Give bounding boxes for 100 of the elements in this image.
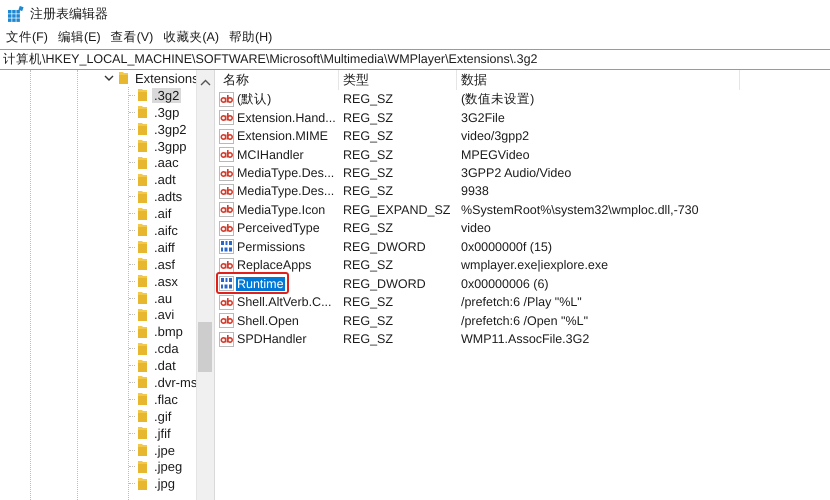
value-type: REG_DWORD <box>343 240 426 254</box>
folder-icon <box>137 375 148 390</box>
value-name[interactable]: ReplaceApps <box>236 258 312 272</box>
folder-icon <box>137 443 148 458</box>
value-data: 3GPP2 Audio/Video <box>461 166 572 180</box>
value-data: 0x0000000f (15) <box>461 240 552 254</box>
binary-value-icon <box>219 239 234 254</box>
value-name[interactable]: MCIHandler <box>236 148 305 162</box>
value-type: REG_DWORD <box>343 276 426 291</box>
value-type: REG_SZ <box>343 314 394 328</box>
folder-icon <box>137 240 148 254</box>
value-type: REG_SZ <box>343 129 394 144</box>
value-data: video/3gpp2 <box>461 129 530 144</box>
value-data: wmplayer.exe|iexplore.exe <box>461 258 608 272</box>
tree-item[interactable]: .dvr-ms <box>152 374 200 390</box>
tree-item[interactable]: .aifc <box>152 222 180 238</box>
value-type: REG_SZ <box>343 166 394 180</box>
value-name[interactable]: SPDHandler <box>236 332 308 346</box>
value-name[interactable]: MediaType.Des... <box>236 184 336 198</box>
tree-item[interactable]: .3gp <box>152 104 182 120</box>
tree-item[interactable]: .jpe <box>152 442 177 458</box>
value-type: REG_SZ <box>343 184 394 198</box>
tree-item[interactable]: .jfif <box>152 426 173 441</box>
value-data: MPEGVideo <box>461 148 530 162</box>
value-name[interactable]: PerceivedType <box>236 221 321 236</box>
menu-item[interactable]: 帮助(H) <box>224 29 276 46</box>
value-name[interactable]: Extension.Hand... <box>236 110 337 125</box>
value-type: REG_SZ <box>343 110 394 125</box>
tree-item[interactable]: .flac <box>152 392 180 407</box>
menu-item[interactable]: 收藏夹(A) <box>159 29 223 46</box>
tree-item[interactable]: .jpg <box>152 476 177 492</box>
string-value-icon <box>219 313 234 328</box>
menu-item[interactable]: 文件(F) <box>2 29 52 46</box>
binary-value-icon <box>219 276 234 292</box>
value-name[interactable]: Permissions <box>236 240 306 254</box>
value-name[interactable]: (默认) <box>236 90 272 108</box>
value-name[interactable]: Shell.Open <box>236 314 300 328</box>
folder-icon <box>137 409 148 424</box>
tree-item[interactable]: .3gpp <box>152 138 189 154</box>
value-type: REG_SZ <box>343 332 394 346</box>
column-header[interactable]: 类型 <box>339 70 457 90</box>
tree-item[interactable]: .avi <box>152 307 176 322</box>
value-name[interactable]: Runtime <box>236 276 285 291</box>
value-data: video <box>461 221 491 236</box>
scrollbar-thumb[interactable] <box>198 322 212 372</box>
tree-item[interactable]: .dat <box>152 358 178 374</box>
tree-item[interactable]: .3gp2 <box>152 122 189 137</box>
value-data: %SystemRoot%\system32\wmploc.dll,-730 <box>461 202 699 217</box>
value-data: 3G2File <box>461 110 505 125</box>
tree-item[interactable]: .aac <box>152 155 181 170</box>
tree-item[interactable]: .asf <box>152 256 177 272</box>
tree-item[interactable]: .adt <box>152 172 178 188</box>
tree-item[interactable]: .3g2 <box>152 88 182 103</box>
tree-item[interactable]: .cda <box>152 341 181 356</box>
column-header[interactable]: 数据 <box>457 70 740 90</box>
scroll-up-icon[interactable] <box>200 79 211 86</box>
value-data: /prefetch:6 /Play "%L" <box>461 295 582 310</box>
value-type: REG_SZ <box>343 295 394 310</box>
value-data: 0x00000006 (6) <box>461 276 549 291</box>
value-name[interactable]: MediaType.Icon <box>236 202 326 217</box>
app-icon <box>8 6 24 22</box>
menu-item[interactable]: 查看(V) <box>106 29 158 46</box>
tree-item[interactable]: .asx <box>152 274 180 289</box>
value-data: 9938 <box>461 184 489 198</box>
folder-icon <box>118 71 129 86</box>
string-value-icon <box>219 220 234 236</box>
tree-item[interactable]: .adts <box>152 189 184 204</box>
string-value-icon <box>219 202 234 218</box>
value-data: WMP11.AssocFile.3G2 <box>461 332 590 346</box>
string-value-icon <box>219 147 234 162</box>
column-header[interactable]: 名称 <box>219 70 339 90</box>
tree-item[interactable]: .jpeg <box>152 459 184 474</box>
tree-item[interactable]: .aif <box>152 206 174 222</box>
folder-icon <box>137 274 148 288</box>
menu-item[interactable]: 编辑(E) <box>54 29 105 46</box>
scrollbar[interactable] <box>196 70 214 500</box>
tree-item[interactable]: .bmp <box>152 324 185 340</box>
value-name[interactable]: Extension.MIME <box>236 129 330 144</box>
string-value-icon <box>219 166 234 181</box>
folder-icon <box>137 139 148 153</box>
tree-item[interactable]: Extensions <box>133 70 201 86</box>
value-name[interactable]: MediaType.Des... <box>236 166 336 180</box>
value-name[interactable]: Shell.AltVerb.C... <box>236 295 332 310</box>
folder-icon <box>137 291 148 306</box>
folder-icon <box>137 105 148 120</box>
tree-item[interactable]: .gif <box>152 408 174 424</box>
address-field[interactable]: 计算机\HKEY_LOCAL_MACHINE\SOFTWARE\Microsoft\Multimedia\WMPlayer\Extensions\.3g2 <box>0 49 830 70</box>
folder-icon <box>137 257 148 272</box>
string-value-icon <box>219 110 234 126</box>
string-value-icon <box>219 294 234 310</box>
folder-icon <box>137 426 148 440</box>
string-value-icon <box>219 184 234 199</box>
tree-item[interactable]: .au <box>152 290 174 306</box>
folder-icon <box>137 88 148 102</box>
string-value-icon <box>219 92 234 107</box>
window-title: 注册表编辑器 <box>30 4 108 22</box>
chevron-icon[interactable] <box>104 73 114 84</box>
value-type: REG_EXPAND_SZ <box>343 202 450 217</box>
string-value-icon <box>219 128 234 144</box>
tree-item[interactable]: .aiff <box>152 240 177 255</box>
